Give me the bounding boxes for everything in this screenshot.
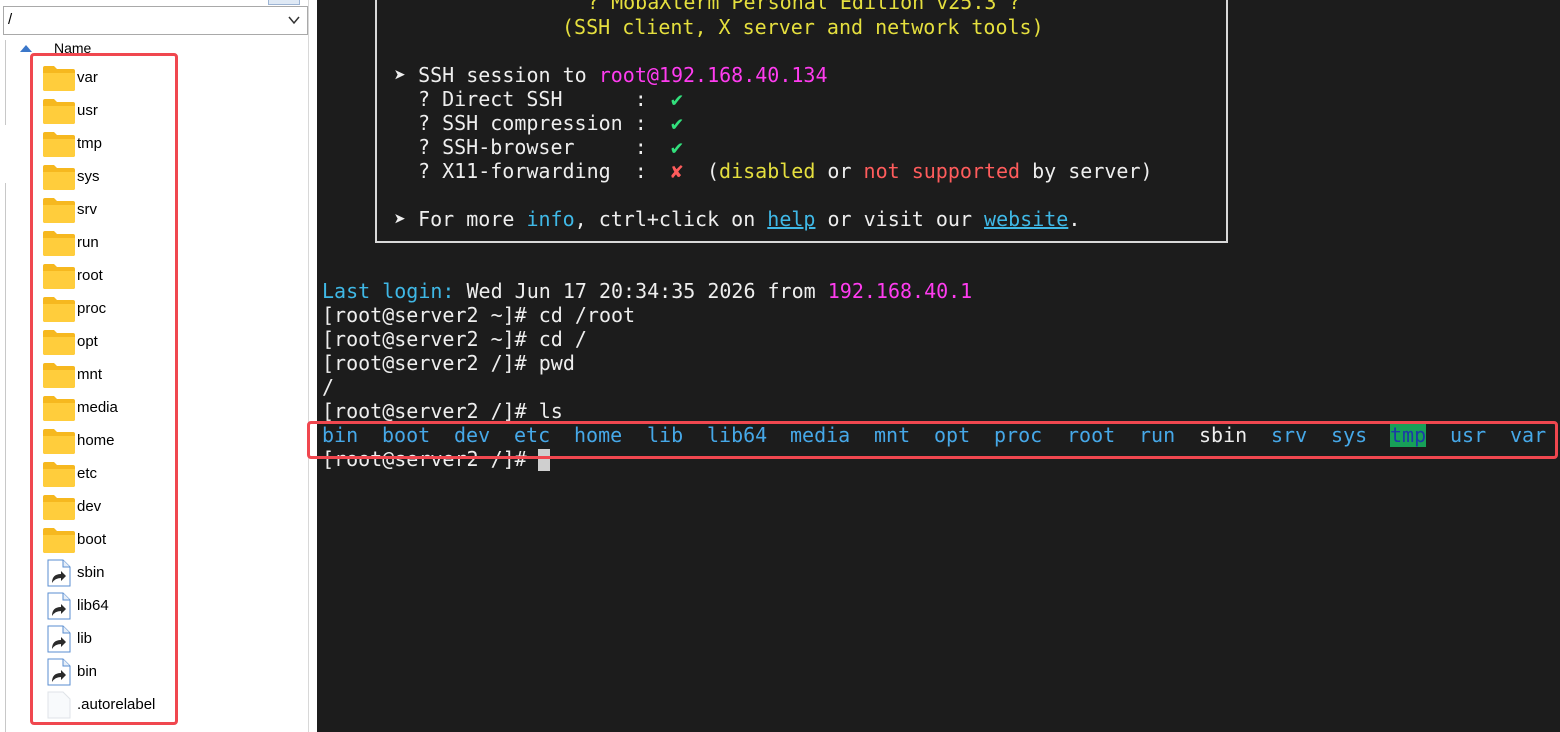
annotation-highlight-box [307, 421, 1558, 459]
banner-subtitle: (SSH client, X server and network tools) [562, 15, 1044, 39]
x11-text: by server) [1020, 159, 1153, 183]
banner-session-line: ➤ SSH session to root@192.168.40.134 [394, 63, 827, 87]
last-login-label: Last login: [322, 279, 455, 303]
banner-edition: ? MobaXterm Personal Edition v25.3 ? [587, 0, 1021, 14]
cross-icon: ✘ [670, 159, 683, 183]
info-text: or visit our [815, 207, 985, 231]
chevron-down-icon[interactable] [287, 13, 301, 27]
website-link[interactable]: website [984, 207, 1068, 231]
info-text: , ctrl+click on [574, 207, 768, 231]
x11-not-supported: not supported [863, 159, 1021, 183]
x11-disabled: disabled [719, 159, 816, 183]
terminal-line: [root@server2 ~]# cd / [322, 327, 587, 351]
x11-text: ( [682, 159, 720, 183]
x11-label: ? X11-forwarding : [418, 159, 671, 183]
banner-x11-line: ? X11-forwarding : ✘ (disabled or not su… [418, 159, 1153, 183]
terminal-line: [root@server2 ~]# cd /root [322, 303, 636, 327]
session-host: root@192.168.40.134 [598, 63, 828, 87]
last-login-value: Wed Jun 17 20:34:35 2026 from [454, 279, 828, 303]
sort-ascending-icon [20, 45, 32, 52]
help-link[interactable]: help [767, 207, 815, 231]
file-browser-pane: / Name var usr tmp sys srv run root proc opt mnt m… [0, 0, 316, 732]
check-icon: ✔ [670, 87, 683, 111]
banner-check-line: ? Direct SSH : ✔ [418, 87, 683, 111]
pane-divider[interactable] [308, 0, 309, 732]
check-label: ? SSH compression : [418, 111, 671, 135]
terminal-line: [root@server2 /]# ls [322, 399, 563, 423]
toolbar-button[interactable] [268, 0, 300, 5]
info-text: ➤ For more [394, 207, 527, 231]
info-word: info [526, 207, 575, 231]
terminal-line: / [322, 375, 335, 399]
annotation-highlight-box [30, 53, 178, 725]
check-icon: ✔ [670, 111, 683, 135]
check-label: ? SSH-browser : [418, 135, 671, 159]
banner-info-line: ➤ For more info, ctrl+click on help or v… [394, 207, 1080, 231]
banner-check-line: ? SSH compression : ✔ [418, 111, 683, 135]
path-combobox[interactable]: / [3, 6, 308, 35]
x11-text: or [815, 159, 864, 183]
pane-border [0, 40, 6, 125]
info-text: . [1068, 207, 1081, 231]
check-icon: ✔ [670, 135, 683, 159]
path-value: / [8, 11, 13, 28]
last-login-ip: 192.168.40.1 [827, 279, 973, 303]
last-login-line: Last login: Wed Jun 17 20:34:35 2026 fro… [322, 279, 972, 303]
terminal-pane[interactable]: ? MobaXterm Personal Edition v25.3 ? (SS… [317, 0, 1560, 732]
check-label: ? Direct SSH : [418, 87, 671, 111]
session-prefix: ➤ SSH session to [394, 63, 599, 87]
pane-border [0, 183, 6, 732]
terminal-line: [root@server2 /]# pwd [322, 351, 575, 375]
banner-check-line: ? SSH-browser : ✔ [418, 135, 683, 159]
